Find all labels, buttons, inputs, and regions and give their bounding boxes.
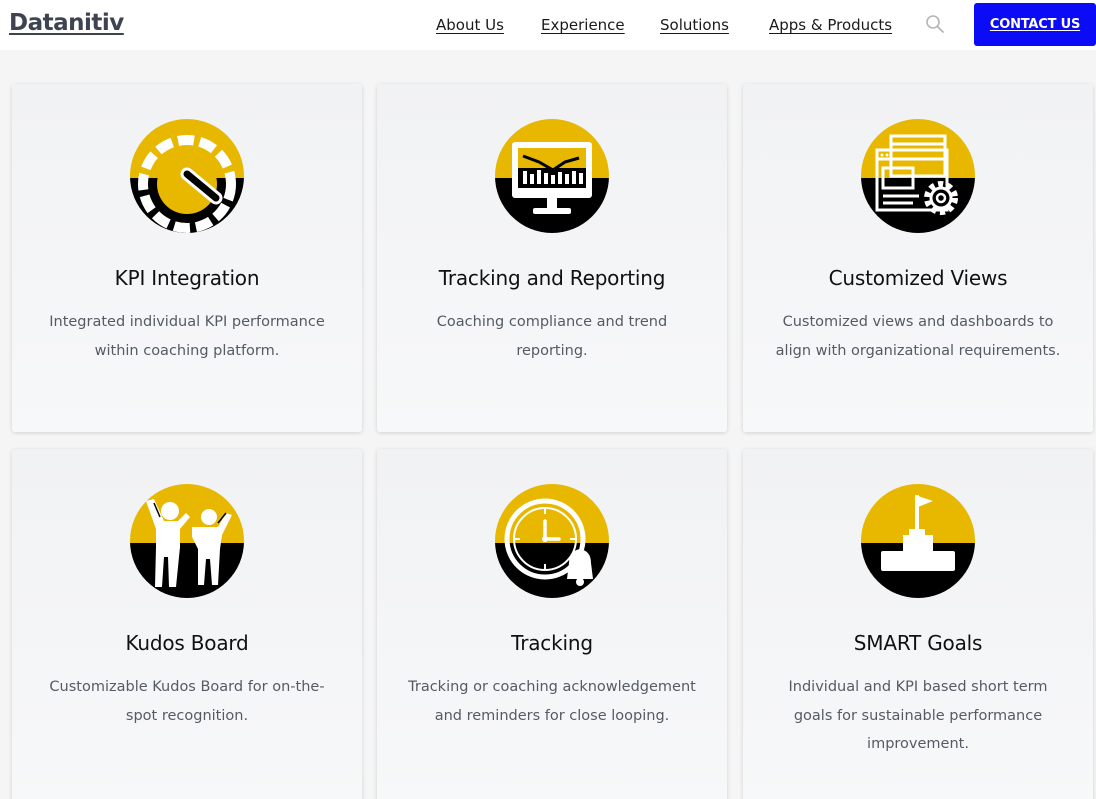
card-description: Integrated individual KPI performance wi… — [49, 314, 325, 359]
feature-card-customized-views: Customized Views Customized views and da… — [743, 84, 1093, 432]
card-description: Customizable Kudos Board for on-the-spot… — [49, 679, 325, 724]
clock-bell-icon — [495, 484, 609, 598]
nav-apps-products[interactable]: Apps & Products — [769, 16, 892, 34]
card-description: Customized views and dashboards to align… — [775, 314, 1061, 359]
celebrating-people-icon — [130, 484, 244, 598]
feature-card-kpi-integration: KPI Integration Integrated individual KP… — [12, 84, 362, 432]
nav-about-us[interactable]: About Us — [436, 16, 504, 34]
card-title: SMART Goals — [853, 631, 983, 655]
feature-card-tracking-reporting: Tracking and Reporting Coaching complian… — [377, 84, 727, 432]
card-title: Tracking and Reporting — [438, 266, 666, 290]
card-description: Tracking or coaching acknowledgement and… — [408, 679, 696, 724]
flag-podium-icon — [861, 484, 975, 598]
feature-card-kudos-board: Kudos Board Customizable Kudos Board for… — [12, 449, 362, 799]
browser-gear-icon — [861, 119, 975, 233]
card-title: Tracking — [511, 631, 593, 655]
card-title: Kudos Board — [125, 631, 249, 655]
feature-card-tracking: Tracking Tracking or coaching acknowledg… — [377, 449, 727, 799]
card-description: Individual and KPI based short term goal… — [788, 679, 1048, 752]
logo[interactable]: Datanitiv — [9, 10, 124, 36]
contact-us-button[interactable]: CONTACT US — [974, 3, 1096, 46]
card-title: KPI Integration — [114, 266, 260, 290]
gauge-icon — [130, 119, 244, 233]
card-description: Coaching compliance and trend reporting. — [436, 314, 668, 359]
monitor-chart-icon — [495, 119, 609, 233]
nav-solutions[interactable]: Solutions — [660, 16, 729, 34]
card-title: Customized Views — [828, 266, 1008, 290]
site-header: Datanitiv About Us Experience Solutions … — [0, 0, 1096, 50]
feature-card-smart-goals: SMART Goals Individual and KPI based sho… — [743, 449, 1093, 799]
nav-experience[interactable]: Experience — [541, 16, 625, 34]
search-icon[interactable] — [925, 14, 945, 34]
